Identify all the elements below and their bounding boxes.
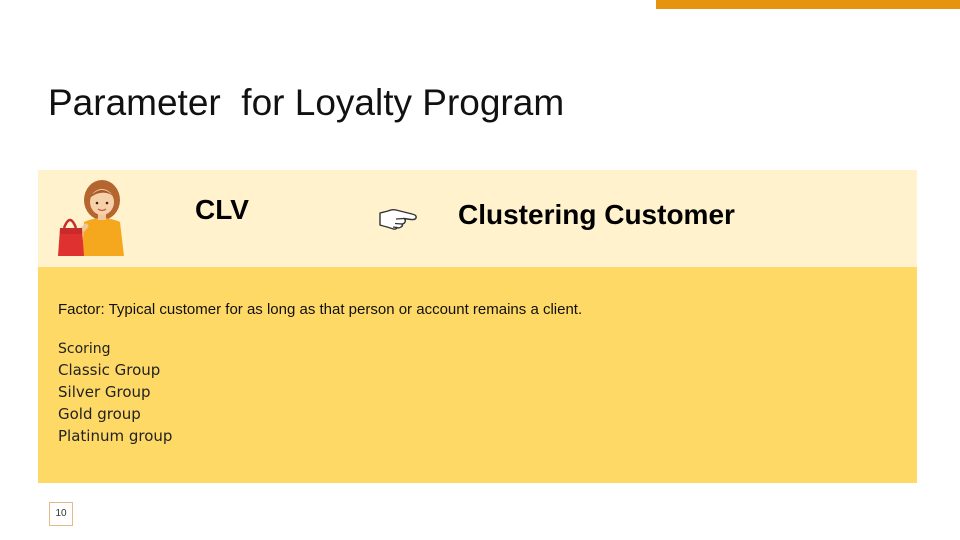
page-number: 10 [49,502,73,526]
scoring-item-platinum: Platinum group [58,427,173,445]
clv-label: CLV [195,194,249,225]
scoring-item-classic: Classic Group [58,361,161,379]
scoring-heading: Scoring [58,341,111,357]
scoring-item-silver: Silver Group [58,383,151,401]
pointing-hand-icon [379,208,417,230]
clustering-customer-label: Clustering Customer [458,199,735,230]
slide-title: Parameter for Loyalty Program [48,82,565,123]
factor-text: Factor: Typical customer for as long as … [58,301,583,318]
top-accent-bar [656,0,960,9]
shopping-woman-icon [58,180,124,256]
scoring-item-gold: Gold group [58,405,141,423]
scoring-list: Scoring Classic Group Silver Group Gold … [58,338,172,447]
